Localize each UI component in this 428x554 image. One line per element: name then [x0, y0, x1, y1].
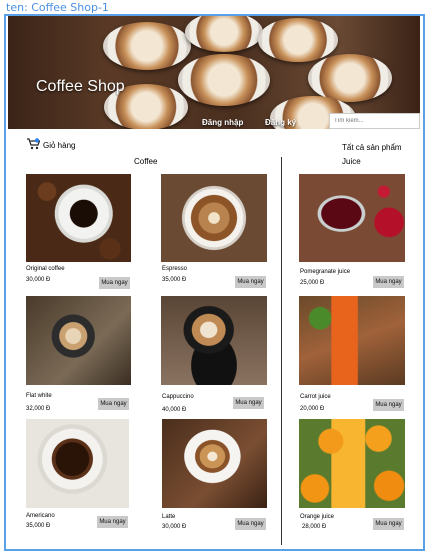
coffee-cup-image [185, 16, 263, 52]
product-name: Espresso [162, 266, 188, 272]
frame-label: ten: Coffee Shop-1 [6, 1, 109, 14]
product-image-orange-juice[interactable] [299, 419, 405, 508]
product-name: Flat white [26, 393, 52, 399]
coffee-cup-image [258, 18, 338, 62]
product-name: Original coffee [26, 266, 65, 272]
buy-now-button[interactable]: Mua ngay [373, 399, 404, 411]
buy-now-button[interactable]: Mua ngay [235, 518, 266, 530]
coffee-cup-image [308, 54, 392, 102]
product-price: 32,000 Đ [26, 406, 51, 412]
product-image-espresso[interactable] [161, 174, 267, 262]
product-image-carrot-juice[interactable] [299, 296, 405, 385]
product-price: 30,000 Đ [26, 277, 51, 283]
site-title: Coffee Shop [36, 78, 125, 95]
buy-now-button[interactable]: Mua ngay [373, 276, 404, 288]
buy-now-button[interactable]: Mua ngay [235, 276, 266, 288]
column-divider [281, 157, 282, 545]
buy-now-button[interactable]: Mua ngay [233, 397, 264, 409]
login-link[interactable]: Đăng nhập [202, 118, 243, 127]
buy-now-button[interactable]: Mua ngay [373, 518, 404, 530]
coffee-cup-image [103, 22, 191, 70]
cart-label: Giỏ hàng [43, 140, 76, 150]
cart-button[interactable]: Giỏ hàng [27, 138, 75, 152]
buy-now-button[interactable]: Mua ngay [99, 277, 130, 289]
product-price: 35,000 Đ [26, 523, 51, 529]
all-products-link[interactable]: Tất cả sản phẩm [342, 143, 402, 152]
product-image-flat-white[interactable] [26, 296, 131, 385]
coffee-cup-image [178, 54, 270, 106]
product-name: Cappuccino [162, 394, 194, 400]
product-image-cappuccino[interactable] [161, 296, 267, 385]
product-price: 25,000 Đ [300, 280, 325, 286]
product-image-americano[interactable] [26, 419, 129, 508]
product-image-pomegranate-juice[interactable] [299, 174, 405, 262]
product-name: Latte [162, 514, 176, 520]
cart-icon [27, 138, 41, 152]
product-name: Pomegranate juice [300, 269, 351, 275]
buy-now-button[interactable]: Mua ngay [97, 516, 128, 528]
buy-now-button[interactable]: Mua ngay [98, 398, 129, 410]
product-price: 28,000 Đ [302, 524, 327, 530]
section-title-coffee: Coffee [134, 157, 158, 166]
section-title-juice: Juice [342, 157, 361, 166]
product-name: Carrot juice [300, 394, 331, 400]
search-input[interactable] [329, 113, 420, 129]
product-image-latte[interactable] [162, 419, 267, 508]
product-price: 40,000 Đ [162, 407, 187, 413]
product-price: 35,000 Đ [162, 277, 187, 283]
product-name: Americano [26, 513, 55, 519]
product-name: Orange juice [300, 514, 335, 520]
product-price: 30,000 Đ [162, 524, 187, 530]
product-price: 20,000 Đ [300, 406, 325, 412]
product-image-original-coffee[interactable] [26, 174, 131, 262]
register-link[interactable]: Đăng ký [265, 118, 296, 127]
